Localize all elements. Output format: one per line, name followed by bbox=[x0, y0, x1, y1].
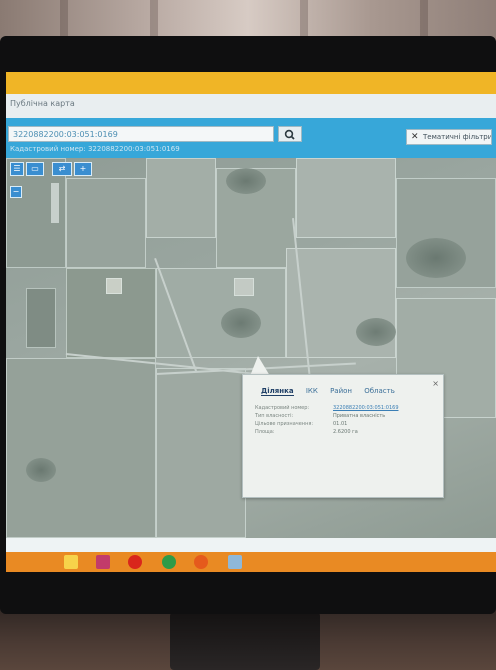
header-bar bbox=[6, 72, 496, 94]
cadastral-search-input[interactable]: 3220882200:03:051:0169 bbox=[8, 126, 274, 142]
map-parcel bbox=[296, 158, 396, 238]
map-road bbox=[51, 183, 59, 223]
info-key: Цільове призначення: bbox=[255, 421, 314, 427]
map-parcel bbox=[66, 178, 146, 268]
opera-icon[interactable] bbox=[128, 555, 142, 569]
info-row: Цільове призначення: 01.01 bbox=[255, 421, 435, 429]
info-key: Тип власності: bbox=[255, 413, 294, 419]
layers-button[interactable]: ☰ bbox=[10, 162, 24, 176]
list-button[interactable]: ▭ bbox=[26, 162, 44, 176]
print-button[interactable]: ⇄ bbox=[52, 162, 72, 176]
folder-icon[interactable] bbox=[64, 555, 78, 569]
map-parcel bbox=[26, 288, 56, 348]
measure-button[interactable]: + bbox=[74, 162, 92, 176]
title-bar: Публічна карта bbox=[6, 94, 496, 119]
info-key: Кадастровий номер: bbox=[255, 405, 310, 411]
tab-district[interactable]: Район bbox=[330, 387, 352, 395]
info-value: 2.6200 га bbox=[333, 429, 358, 435]
search-icon bbox=[284, 129, 295, 140]
close-icon: ✕ bbox=[411, 132, 419, 142]
taskbar bbox=[6, 552, 496, 572]
search-bar: 3220882200:03:051:0169 Кадастровий номер… bbox=[6, 118, 496, 158]
media-icon[interactable] bbox=[96, 555, 110, 569]
parcel-info-list: Кадастровий номер: 3220882200:03:051:016… bbox=[255, 405, 435, 437]
info-value: 01.01 bbox=[333, 421, 348, 427]
tab-region[interactable]: Область bbox=[364, 387, 395, 395]
popup-tabs: Ділянка ІКК Район Область bbox=[261, 387, 405, 396]
map-trees bbox=[26, 458, 56, 482]
info-row: Кадастровий номер: 3220882200:03:051:016… bbox=[255, 405, 435, 413]
map-parcel bbox=[234, 278, 254, 296]
info-row: Площа: 2.6200 га bbox=[255, 429, 435, 437]
thematic-filters-label: Тематичні фільтри bbox=[423, 133, 492, 141]
info-key: Площа: bbox=[255, 429, 275, 435]
map-trees bbox=[406, 238, 466, 278]
info-row: Тип власності: Приватна власність bbox=[255, 413, 435, 421]
info-value: Приватна власність bbox=[333, 413, 386, 419]
zoom-in-button[interactable]: − bbox=[10, 186, 22, 198]
thematic-filters-button[interactable]: ✕ Тематичні фільтри bbox=[406, 129, 492, 145]
popup-pointer bbox=[250, 356, 270, 376]
close-icon[interactable]: × bbox=[432, 379, 439, 388]
firefox-icon[interactable] bbox=[194, 555, 208, 569]
window-title: Публічна карта bbox=[10, 99, 75, 108]
map-trees bbox=[226, 168, 266, 194]
info-value[interactable]: 3220882200:03:051:0169 bbox=[333, 405, 399, 411]
map-parcel bbox=[156, 368, 246, 538]
map-trees bbox=[221, 308, 261, 338]
chrome-icon[interactable] bbox=[162, 555, 176, 569]
tab-ikk[interactable]: ІКК bbox=[306, 387, 318, 395]
map-parcel bbox=[6, 358, 156, 538]
parcel-info-popup: × Ділянка ІКК Район Область Кадастровий … bbox=[242, 374, 444, 498]
tab-parcel[interactable]: Ділянка bbox=[261, 387, 294, 396]
map-parcel bbox=[146, 158, 216, 238]
search-button[interactable] bbox=[278, 126, 302, 142]
map-trees bbox=[356, 318, 396, 346]
network-icon[interactable] bbox=[228, 555, 242, 569]
monitor-stand bbox=[170, 612, 320, 670]
search-sublabel: Кадастровий номер: 3220882200:03:051:016… bbox=[10, 145, 180, 153]
map-parcel bbox=[106, 278, 122, 294]
monitor-screen: Публічна карта 3220882200:03:051:0169 Ка… bbox=[6, 72, 496, 572]
